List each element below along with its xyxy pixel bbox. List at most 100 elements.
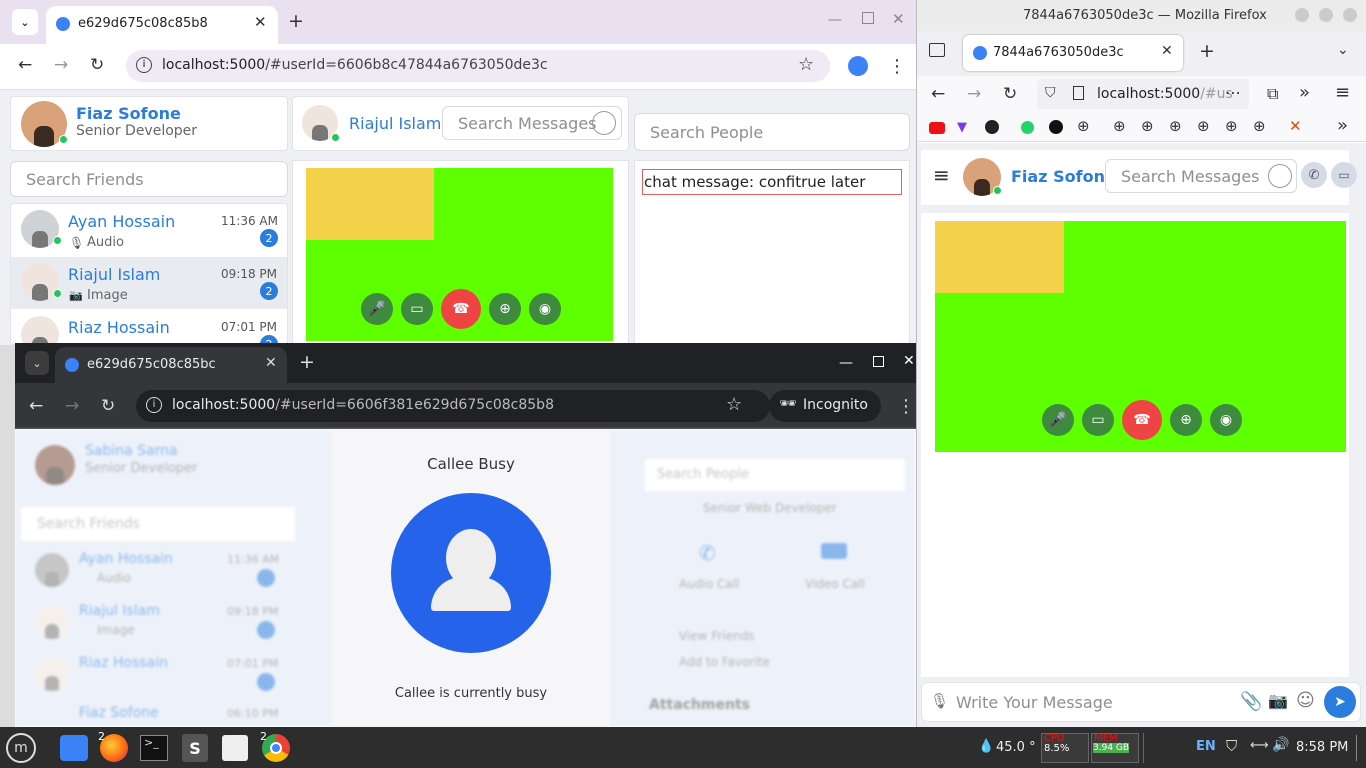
menu-hamburger-icon[interactable]: ≡	[1335, 82, 1350, 103]
globe-icon[interactable]: ⊕	[1141, 117, 1154, 135]
new-tab-button[interactable]: +	[288, 10, 304, 32]
chat-header-name[interactable]: Riajul Islam	[349, 114, 441, 133]
hamburger-icon[interactable]: ≡	[933, 163, 950, 187]
globe-icon[interactable]: ⊕	[1197, 117, 1210, 135]
search-people-input[interactable]: Search People	[634, 113, 910, 151]
shield-icon[interactable]: ⛉	[1045, 85, 1056, 101]
record-button[interactable]: ◉	[1210, 404, 1242, 436]
globe-icon[interactable]: ⊕	[1253, 117, 1266, 135]
tab-search-button[interactable]: ⌄	[12, 9, 38, 35]
back-button[interactable]: ←	[931, 84, 945, 104]
list-item[interactable]: Riaz Hossain 07:01 PM 2	[11, 310, 287, 344]
tab-close-icon[interactable]: ✕	[1161, 43, 1173, 59]
reload-button[interactable]: ↻	[1003, 84, 1017, 104]
bookmark-icon[interactable]	[1049, 120, 1063, 134]
overflow-icon[interactable]: »	[1299, 82, 1310, 103]
list-item[interactable]: Riajul Islam 📷 Image 09:18 PM 2	[11, 257, 287, 309]
close-button[interactable]: ✕	[892, 10, 905, 28]
video-call-button[interactable]: ▭	[1331, 162, 1357, 188]
close-button[interactable]: ✕	[903, 353, 915, 369]
cpu-monitor[interactable]: CPU 8.5%	[1041, 733, 1089, 763]
back-button[interactable]: ←	[18, 55, 32, 75]
forward-button[interactable]: →	[54, 55, 68, 75]
mic-button[interactable]: 🎤	[1042, 404, 1074, 436]
screen-share-button[interactable]: ⊕	[489, 293, 521, 325]
record-button[interactable]: ◉	[529, 293, 561, 325]
site-info-icon[interactable]: i	[136, 57, 152, 73]
new-tab-button[interactable]: +	[299, 351, 315, 373]
language-indicator[interactable]: EN	[1196, 739, 1216, 754]
globe-icon[interactable]: ⊕	[1169, 117, 1182, 135]
maximize-button[interactable]	[1319, 8, 1333, 22]
page-actions-icon[interactable]: ⋯	[1225, 83, 1241, 102]
profile-name[interactable]: Fiaz Sofone	[76, 104, 181, 123]
menu-kebab-icon[interactable]: ⋮	[897, 396, 915, 417]
network-icon[interactable]: ⟷	[1250, 738, 1269, 753]
search-icon[interactable]	[592, 111, 616, 135]
net-graph[interactable]	[1143, 733, 1185, 763]
list-item[interactable]: Ayan Hossain 🎙 Audio 11:36 AM 2	[11, 204, 287, 256]
incognito-chip[interactable]: 🕶 Incognito	[769, 390, 881, 422]
files-icon[interactable]	[60, 735, 88, 761]
address-bar[interactable]: ⛉ localhost:5000/#us ⋯	[1037, 79, 1249, 109]
microphone-icon[interactable]: 🎙	[930, 692, 949, 710]
address-bar[interactable]: i localhost:5000/#userId=6606f381e629d67…	[136, 390, 770, 422]
tab-active[interactable]: e629d675c08c85b8 ✕	[46, 6, 278, 44]
mint-menu-icon[interactable]: m	[6, 733, 36, 763]
extensions-icon[interactable]: ⧉	[1267, 84, 1278, 104]
screen-share-button[interactable]: ⊕	[1170, 404, 1202, 436]
camera-button[interactable]: ▭	[401, 293, 433, 325]
send-button[interactable]: ➤	[1324, 686, 1356, 718]
reload-button[interactable]: ↻	[90, 55, 104, 75]
reload-button[interactable]: ↻	[101, 396, 115, 416]
end-call-button[interactable]: ☎	[441, 289, 481, 329]
profile-icon[interactable]	[848, 56, 868, 76]
shield-icon[interactable]: ⛉	[1226, 737, 1237, 755]
minimize-button[interactable]	[1295, 8, 1309, 22]
tab-search-button[interactable]: ⌄	[25, 351, 49, 375]
maximize-button[interactable]	[862, 12, 874, 24]
back-button[interactable]: ←	[29, 396, 43, 416]
youtube-icon[interactable]	[929, 122, 945, 134]
globe-icon[interactable]: ⊕	[1113, 117, 1126, 135]
tab-close-icon[interactable]: ✕	[254, 13, 267, 31]
globe-icon[interactable]: ⊕	[1077, 117, 1090, 135]
list-tabs-icon[interactable]: ⌄	[1337, 42, 1349, 58]
x-close-bookmark-icon[interactable]: ✕	[1289, 117, 1302, 135]
camera-icon[interactable]: 📷	[1268, 691, 1288, 710]
firefox-view-icon[interactable]	[929, 43, 945, 57]
sublime-icon[interactable]: S	[182, 734, 208, 762]
end-call-button[interactable]: ☎	[1122, 400, 1162, 440]
minimize-button[interactable]: —	[828, 12, 842, 28]
close-button[interactable]	[1343, 8, 1357, 22]
tab-active[interactable]: 7844a6763050de3c ✕	[963, 35, 1183, 71]
maximize-button[interactable]	[873, 356, 884, 367]
audio-call-button[interactable]: ✆	[1301, 162, 1327, 188]
bookmark-star-icon[interactable]: ☆	[798, 54, 814, 75]
minimize-button[interactable]: —	[839, 355, 853, 371]
globe-icon[interactable]: ⊕	[1225, 117, 1238, 135]
mic-button[interactable]: 🎤	[361, 293, 393, 325]
search-friends-input[interactable]: Search Friends	[10, 161, 288, 197]
bookmark-star-icon[interactable]: ☆	[726, 394, 742, 415]
emoji-icon[interactable]: ☺	[1296, 690, 1315, 711]
forward-button[interactable]: →	[65, 396, 79, 416]
whatsapp-icon[interactable]	[1021, 121, 1034, 134]
mem-monitor[interactable]: MEM 3.94 GB	[1091, 733, 1139, 763]
overflow-icon[interactable]: »	[1337, 115, 1348, 136]
address-bar[interactable]: i localhost:5000/#userId=6606b8c47844a67…	[126, 50, 830, 82]
bookmark-icon[interactable]	[985, 120, 999, 134]
camera-button[interactable]: ▭	[1082, 404, 1114, 436]
tab-close-icon[interactable]: ✕	[265, 355, 277, 371]
search-messages-input[interactable]: Search Messages	[442, 106, 622, 140]
message-input[interactable]: Write Your Message	[956, 693, 1113, 712]
tab-active[interactable]: e629d675c08c85bc ✕	[55, 347, 287, 383]
bookmark-icon[interactable]: ▼	[957, 120, 967, 135]
attachment-icon[interactable]: 📎	[1240, 691, 1262, 712]
new-tab-button[interactable]: +	[1199, 40, 1215, 62]
forward-button[interactable]: →	[967, 84, 981, 104]
chat-header-name[interactable]: Fiaz Sofone	[1011, 167, 1116, 186]
volume-icon[interactable]: 🔊	[1272, 737, 1289, 753]
show-desktop-button[interactable]	[1356, 735, 1360, 761]
search-icon[interactable]	[1268, 164, 1292, 188]
